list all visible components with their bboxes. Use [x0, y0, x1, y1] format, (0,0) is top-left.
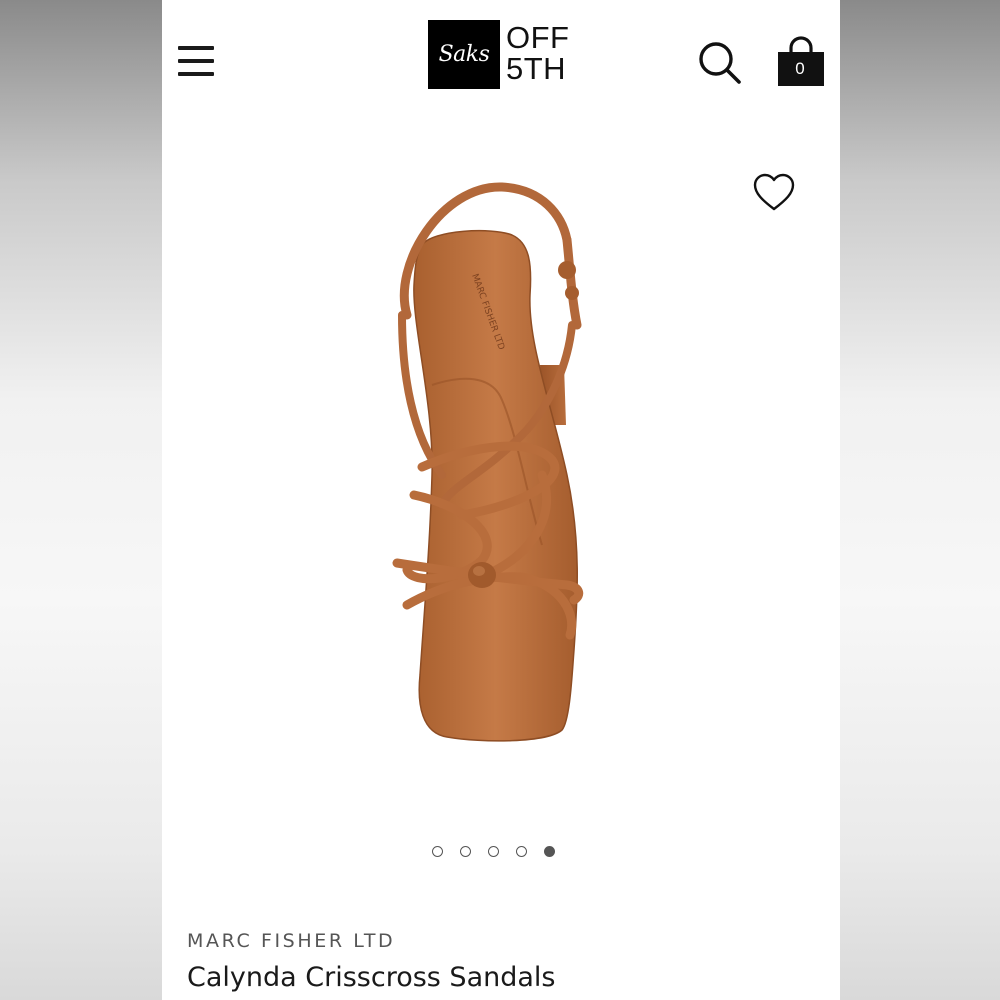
bag-count: 0	[795, 59, 805, 78]
product-image[interactable]: MARC FISHER LTD	[352, 175, 652, 755]
background-left	[0, 0, 162, 1000]
logo-box-text: Saks	[438, 42, 490, 67]
sandal-image: MARC FISHER LTD	[392, 182, 584, 742]
carousel-dot[interactable]	[488, 846, 499, 857]
menu-icon[interactable]	[176, 42, 216, 82]
background-right	[840, 0, 1000, 1000]
search-icon[interactable]	[697, 40, 743, 86]
saks-off-5th-logo[interactable]: Saks OFF 5TH	[428, 20, 578, 92]
carousel-dot-active[interactable]	[544, 846, 555, 857]
heart-icon[interactable]	[752, 172, 796, 214]
carousel-dot[interactable]	[432, 846, 443, 857]
shopping-bag-button[interactable]: 0	[776, 36, 826, 88]
product-page: Saks OFF 5TH 0 MARC FISHER LTD MARC FISH…	[162, 0, 840, 1000]
carousel-dot[interactable]	[460, 846, 471, 857]
carousel-dot[interactable]	[516, 846, 527, 857]
image-carousel-dots	[432, 846, 582, 862]
product-name: Calynda Crisscross Sandals	[187, 962, 556, 993]
logo-line1: OFF	[506, 20, 570, 55]
logo-text: OFF 5TH	[506, 22, 570, 84]
logo-box: Saks	[428, 20, 500, 89]
logo-line2: 5TH	[506, 51, 567, 86]
product-brand[interactable]: MARC FISHER LTD	[187, 930, 395, 952]
